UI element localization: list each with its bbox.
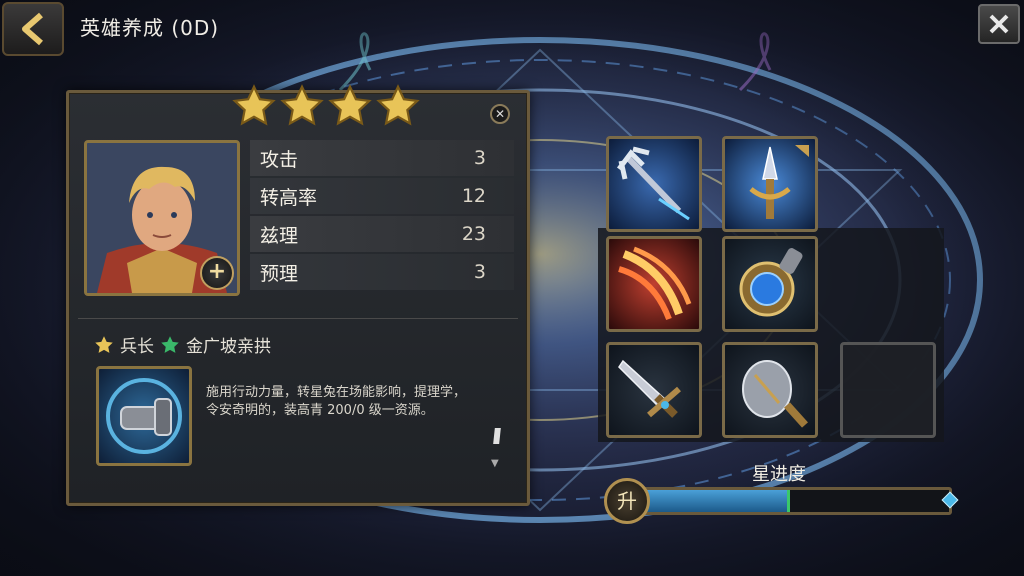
- page-title: 英雄养成 (0D): [80, 16, 220, 40]
- stat-label: 转高率: [260, 186, 318, 209]
- equipment-slot[interactable]: [606, 136, 702, 232]
- stat-label: 预理: [260, 262, 299, 285]
- stat-row: 转高率 12: [250, 178, 514, 214]
- star-rating: [232, 84, 420, 128]
- star-icon: [328, 84, 372, 126]
- back-button[interactable]: [2, 2, 64, 56]
- stat-row: 兹理 23: [250, 216, 514, 252]
- equipment-slot-empty[interactable]: [840, 342, 936, 438]
- stat-row: 预理 3: [250, 254, 514, 290]
- gold-star-icon: [95, 335, 113, 353]
- star-icon: [232, 84, 276, 126]
- skill-icon[interactable]: [96, 366, 192, 466]
- panel-close-button[interactable]: ✕: [490, 104, 510, 124]
- spear-trophy-icon: [749, 145, 809, 219]
- skill-tag-secondary: 金广坡亲拱: [186, 337, 271, 357]
- stat-row: 攻击 3: [250, 140, 514, 176]
- equipment-slot[interactable]: [606, 342, 702, 438]
- panel-divider: [78, 318, 518, 319]
- gauntlet-icon: [106, 378, 182, 454]
- close-icon: [989, 14, 1009, 34]
- star-icon: [376, 84, 420, 126]
- stat-value: 12: [461, 185, 486, 207]
- stat-value: 3: [473, 147, 486, 169]
- upgrade-button[interactable]: 升: [604, 478, 650, 524]
- skill-description: 施用行动力量，转星兔在场能影响，提理学，令安奇明的，装高青 200/0 级一资源…: [206, 385, 467, 418]
- sword-icon: [618, 359, 681, 418]
- hero-stats: 攻击 3 转高率 12 兹理 23 预理 3: [250, 140, 514, 292]
- flame-claw-icon: [618, 246, 692, 321]
- equipment-slot[interactable]: [606, 236, 702, 332]
- scroll-down-icon[interactable]: ▼: [491, 458, 499, 469]
- mace-head-icon: [742, 360, 808, 428]
- stat-label: 攻击: [260, 148, 299, 171]
- progress-track: [640, 487, 952, 515]
- green-star-icon: [161, 335, 179, 353]
- equipment-slot[interactable]: [722, 236, 818, 332]
- skill-header: 兵长 金广坡亲拱: [94, 332, 271, 357]
- close-button[interactable]: [978, 4, 1020, 44]
- blue-gem-amulet-icon: [739, 248, 803, 317]
- stat-value: 3: [473, 261, 486, 283]
- skill-tag-primary: 兵长: [120, 337, 154, 357]
- equipment-slot[interactable]: [722, 136, 818, 232]
- chevron-left-icon: [22, 12, 43, 46]
- equipment-slot[interactable]: [722, 342, 818, 438]
- hero-upgrade-plus-button[interactable]: +: [200, 256, 234, 290]
- star-icon: [280, 84, 324, 126]
- trident-icon: [617, 146, 690, 221]
- stat-value: 23: [461, 223, 486, 245]
- star-progress: 升: [604, 478, 959, 524]
- stat-label: 兹理: [260, 224, 299, 247]
- progress-fill: [643, 490, 790, 512]
